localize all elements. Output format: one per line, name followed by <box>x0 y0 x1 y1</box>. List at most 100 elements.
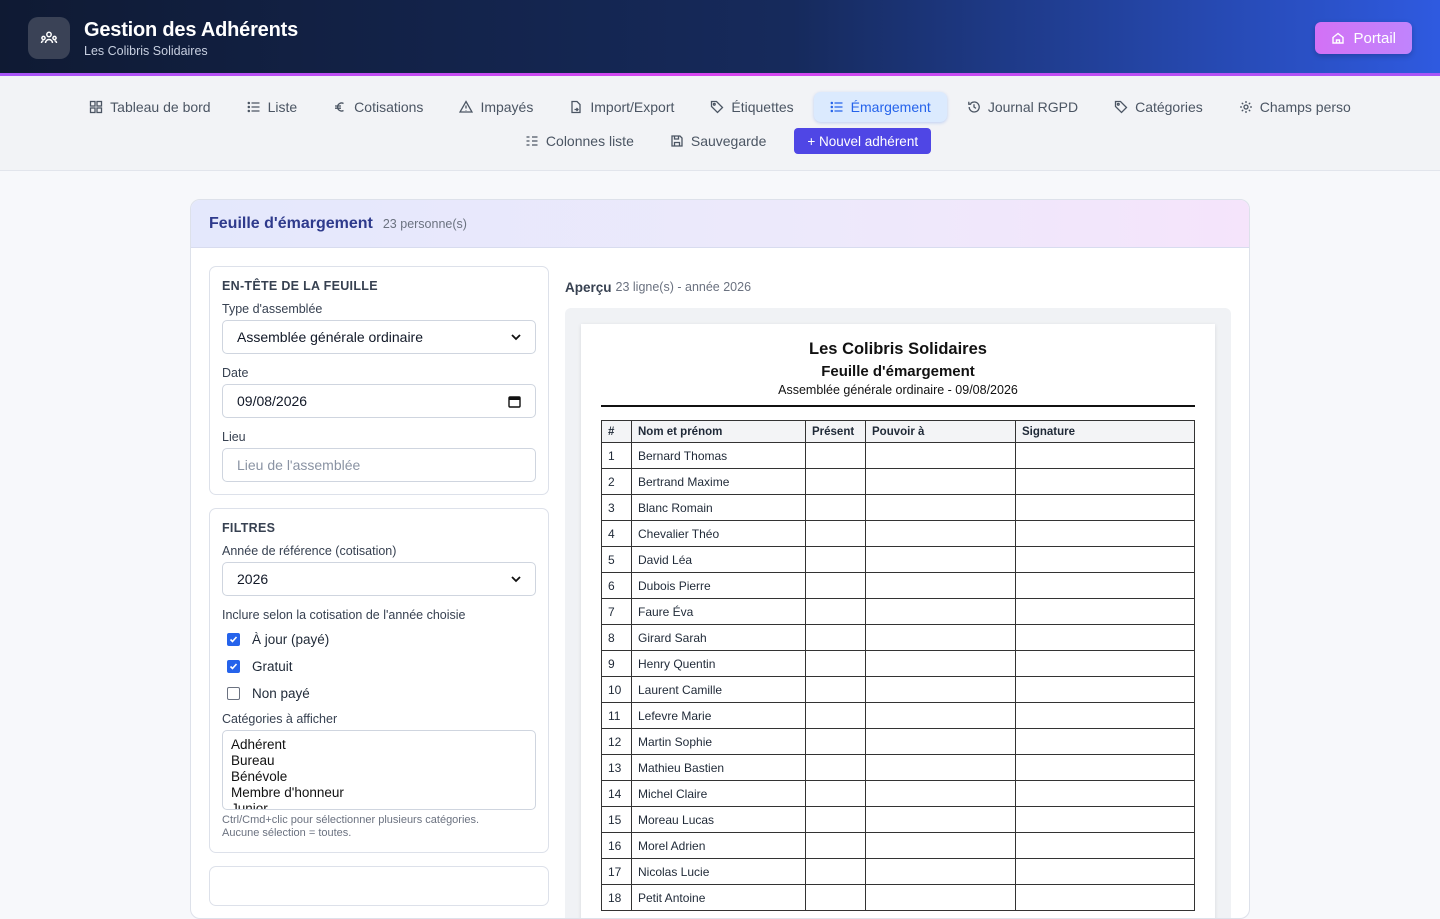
empty-cell <box>865 832 1016 859</box>
empty-cell <box>1015 806 1195 833</box>
nav-item-label: Colonnes liste <box>545 133 634 149</box>
table-row: 6 Dubois Pierre <box>601 572 1195 599</box>
status-checkbox-a-jour-paye[interactable]: À jour (payé) <box>222 626 536 653</box>
preview-label: Aperçu <box>565 279 612 295</box>
empty-cell <box>1015 858 1195 885</box>
empty-cell <box>805 598 866 625</box>
nav-item-champs-perso[interactable]: Champs perso <box>1223 92 1367 122</box>
row-number: 17 <box>601 858 632 885</box>
sheet-header-panel: EN-TÊTE DE LA FEUILLE Type d'assemblée A… <box>209 266 549 495</box>
location-input[interactable]: Lieu de l'assemblée <box>222 448 536 482</box>
empty-cell <box>805 494 866 521</box>
checkbox-checked-icon[interactable] <box>227 633 240 646</box>
list-icon <box>247 100 261 114</box>
calendar-icon[interactable] <box>508 395 521 408</box>
nav-item-etiquettes[interactable]: Étiquettes <box>694 92 809 122</box>
empty-cell <box>805 832 866 859</box>
portal-label: Portail <box>1353 29 1396 47</box>
member-name: Petit Antoine <box>631 884 806 911</box>
year-select[interactable]: 2026 <box>222 562 536 596</box>
nav-item-cotisations[interactable]: Cotisations <box>317 92 439 122</box>
empty-cell <box>805 442 866 469</box>
empty-cell <box>1015 468 1195 495</box>
empty-cell <box>865 702 1016 729</box>
include-label: Inclure selon la cotisation de l'année c… <box>222 608 466 622</box>
category-option[interactable]: Adhérent <box>231 737 527 753</box>
row-number: 4 <box>601 520 632 547</box>
nav-item-import-export[interactable]: Import/Export <box>553 92 690 122</box>
filters-panel: FILTRES Année de référence (cotisation) … <box>209 508 549 853</box>
nav-item-liste[interactable]: Liste <box>231 92 314 122</box>
table-row: 4 Chevalier Théo <box>601 520 1195 547</box>
table-row: 3 Blanc Romain <box>601 494 1195 521</box>
app-subtitle: Les Colibris Solidaires <box>84 43 208 58</box>
categories-multiselect[interactable]: Adhérent Bureau Bénévole Membre d'honneur Ju… <box>222 730 536 810</box>
nav-item-categories[interactable]: Catégories <box>1098 92 1219 122</box>
empty-cell <box>1015 754 1195 781</box>
column-header: Présent <box>805 420 866 443</box>
table-row: 9 Henry Quentin <box>601 650 1195 677</box>
nav-item-tableau-de-bord[interactable]: Tableau de bord <box>73 92 226 122</box>
empty-cell <box>1015 832 1195 859</box>
empty-cell <box>805 780 866 807</box>
table-row: 17 Nicolas Lucie <box>601 858 1195 885</box>
nav-item-label: Impayés <box>480 99 534 115</box>
empty-cell <box>805 520 866 547</box>
location-placeholder: Lieu de l'assemblée <box>237 457 361 473</box>
empty-cell <box>865 572 1016 599</box>
app-title: Gestion des Adhérents <box>84 18 298 41</box>
empty-cell <box>1015 702 1195 729</box>
warning-icon <box>459 100 474 114</box>
portal-button[interactable]: Portail <box>1315 22 1412 54</box>
nav-row-primary: Tableau de bord Liste Cotisations Impayés Im… <box>0 92 1440 124</box>
row-number: 12 <box>601 728 632 755</box>
checkbox-label: À jour (payé) <box>252 632 330 647</box>
row-number: 9 <box>601 650 632 677</box>
empty-cell <box>1015 650 1195 677</box>
nav-item-emargement[interactable]: Émargement <box>813 92 947 122</box>
empty-cell <box>1015 780 1195 807</box>
settings-column: EN-TÊTE DE LA FEUILLE Type d'assemblée A… <box>209 266 549 918</box>
preview-meta: 23 ligne(s) - année 2026 <box>615 280 752 294</box>
empty-cell <box>1015 546 1195 573</box>
empty-cell <box>865 884 1016 911</box>
date-input[interactable]: 09/08/2026 <box>222 384 536 418</box>
table-row: 5 David Léa <box>601 546 1195 573</box>
columns-panel <box>209 866 549 906</box>
member-name: Laurent Camille <box>631 676 806 703</box>
category-option[interactable]: Membre d'honneur <box>231 785 527 801</box>
home-icon <box>1332 32 1345 44</box>
year-value: 2026 <box>237 571 269 587</box>
nav-item-sauvegarde[interactable]: Sauvegarde <box>654 126 783 156</box>
date-value: 09/08/2026 <box>237 393 308 409</box>
status-checkbox-gratuit[interactable]: Gratuit <box>222 653 536 680</box>
checkbox-checked-icon[interactable] <box>227 660 240 673</box>
row-number: 16 <box>601 832 632 859</box>
row-number: 13 <box>601 754 632 781</box>
status-checkbox-non-paye[interactable]: Non payé <box>222 680 536 707</box>
assembly-type-select[interactable]: Assemblée générale ordinaire <box>222 320 536 354</box>
users-icon <box>28 17 70 59</box>
euro-icon <box>333 100 347 114</box>
category-option[interactable]: Bureau <box>231 753 527 769</box>
category-option[interactable]: Junior <box>231 801 527 809</box>
card-header: Feuille d'émargement 23 personne(s) <box>191 200 1249 248</box>
nav-item-label: Journal RGPD <box>987 99 1079 115</box>
main-nav: Tableau de bord Liste Cotisations Impayés Im… <box>0 76 1440 171</box>
category-option[interactable]: Bénévole <box>231 769 527 785</box>
empty-cell <box>805 702 866 729</box>
empty-cell <box>805 546 866 573</box>
nav-item-colonnes-liste[interactable]: Colonnes liste <box>509 126 650 156</box>
table-row: 1 Bernard Thomas <box>601 442 1195 469</box>
nav-item-journal-rgpd[interactable]: Journal RGPD <box>951 92 1094 122</box>
empty-cell <box>865 858 1016 885</box>
member-name: Mathieu Bastien <box>631 754 806 781</box>
empty-cell <box>805 676 866 703</box>
table-row: 7 Faure Éva <box>601 598 1195 625</box>
empty-cell <box>805 806 866 833</box>
nav-item-label: Tableau de bord <box>110 99 211 115</box>
new-member-button[interactable]: + Nouvel adhérent <box>794 128 932 154</box>
nav-item-impayes[interactable]: Impayés <box>443 92 549 122</box>
empty-cell <box>1015 598 1195 625</box>
checkbox-empty-icon[interactable] <box>227 687 240 700</box>
